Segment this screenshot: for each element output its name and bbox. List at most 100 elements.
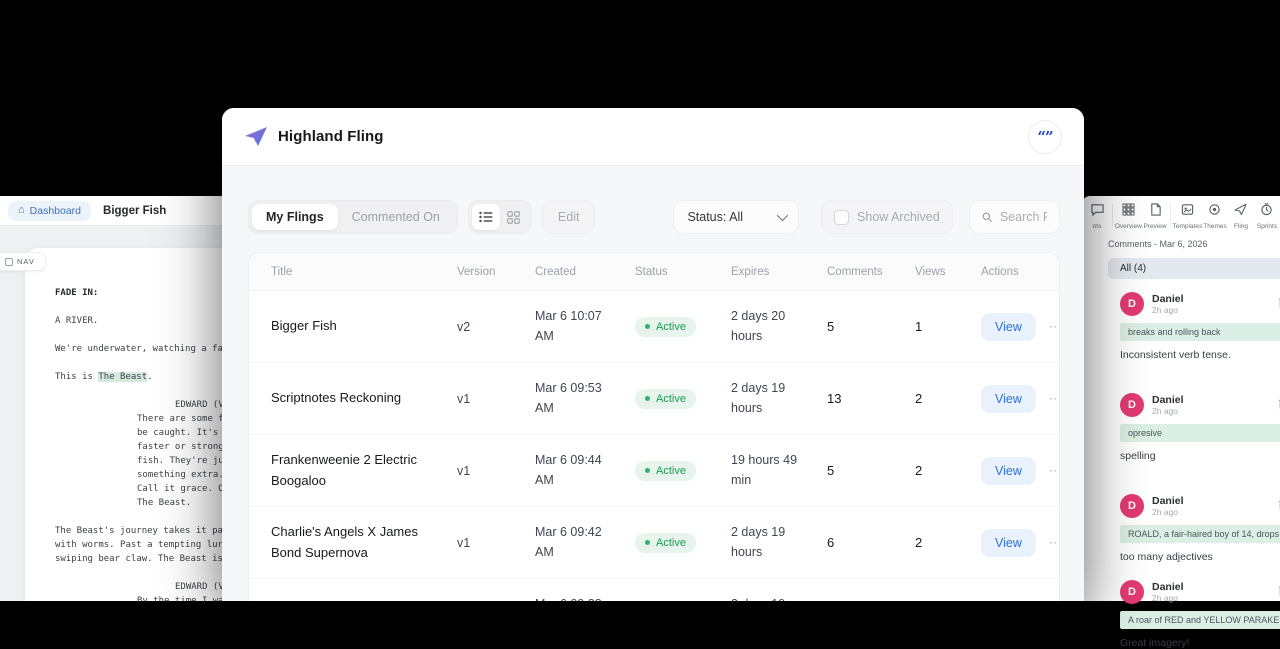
column-header: Created — [535, 266, 635, 278]
quoted-text: breaks and rolling back — [1120, 323, 1280, 341]
quotes-icon: “” — [1037, 128, 1052, 146]
theme-icon — [1208, 203, 1221, 221]
status-badge: Active — [635, 389, 696, 409]
list-view-button[interactable] — [472, 204, 500, 230]
fling-actions: View ⋯ — [981, 457, 1060, 485]
panel-tab-overview[interactable]: Overview — [1115, 201, 1142, 232]
column-header: Title — [271, 266, 457, 278]
show-archived-toggle[interactable]: Show Archived — [821, 200, 953, 234]
tab-my-flings[interactable]: My Flings — [252, 204, 338, 230]
comment-head: D Daniel 2h ago — [1120, 494, 1280, 518]
fling-version: v1 — [457, 536, 535, 550]
highlighted-text: The Beast — [98, 372, 147, 382]
template-icon — [1181, 203, 1194, 221]
search-box[interactable] — [969, 200, 1060, 234]
tab-commented-on[interactable]: Commented On — [338, 204, 454, 230]
more-actions-button[interactable]: ⋯ — [1049, 319, 1060, 335]
status-filter-dropdown[interactable]: Status: All — [673, 200, 799, 234]
toolbar-divider — [1170, 204, 1171, 226]
view-button[interactable]: View — [981, 313, 1036, 341]
table-row[interactable]: Scriptnotes Reckoning v1 Mar 6 09:53 AM … — [249, 363, 1059, 435]
comments-filter-all[interactable]: All (4) — [1108, 258, 1280, 279]
panel-tab-sprints[interactable]: Sprints — [1254, 201, 1280, 232]
fling-created: Mar 6 09:53 AM — [535, 379, 635, 418]
quotes-button[interactable]: “” — [1028, 120, 1062, 154]
document-title: Bigger Fish — [103, 205, 166, 217]
panel-tab-fling[interactable]: Fling — [1228, 201, 1254, 232]
flings-toolbar: My FlingsCommented On — [248, 200, 1060, 234]
fling-icon — [1234, 203, 1247, 221]
flings-tab-group: My FlingsCommented On — [248, 200, 458, 234]
fling-comments-count: 5 — [827, 319, 915, 334]
column-header: Status — [635, 266, 731, 278]
comment-time: 2h ago — [1152, 593, 1184, 603]
fling-version: v2 — [457, 320, 535, 334]
status-dot-icon — [645, 540, 650, 545]
comment-card[interactable]: D Daniel 2h ago breaks and rolling back … — [1120, 292, 1280, 376]
avatar: D — [1120, 393, 1144, 417]
fling-version: v1 — [457, 464, 535, 478]
show-archived-checkbox[interactable] — [834, 210, 849, 225]
fling-status: Active — [635, 317, 731, 337]
resolve-link[interactable]: resolved — [1120, 366, 1280, 376]
view-button[interactable]: View — [981, 385, 1036, 413]
fling-created: Mar 6 09:44 AM — [535, 451, 635, 490]
comment-text: Great imagery! — [1120, 637, 1280, 649]
search-input[interactable] — [1000, 210, 1047, 224]
fling-actions: View ⋯ — [981, 385, 1060, 413]
grid-view-button[interactable] — [500, 204, 528, 230]
nav-tab[interactable]: NAV — [0, 252, 46, 271]
more-actions-button[interactable]: ⋯ — [1049, 391, 1060, 407]
fling-expires: 2 days 19 hours — [731, 523, 827, 562]
fling-status: Active — [635, 389, 731, 409]
fling-actions: View ⋯ — [981, 529, 1060, 557]
comment-card[interactable]: D Daniel 2h ago A roar of RED and YELLOW… — [1120, 580, 1280, 649]
table-row[interactable]: Mar 6 09:38 AM Active 2 days 19 hours Vi… — [249, 579, 1059, 601]
status-filter-value: Status: All — [687, 210, 743, 224]
panel-tab-preview[interactable]: Preview — [1142, 201, 1168, 232]
comment-card[interactable]: D Daniel 2h ago opresive spelling resolv… — [1120, 393, 1280, 477]
panel-tab-templates[interactable]: Templates — [1173, 201, 1202, 232]
fling-views-count: 2 — [915, 463, 981, 478]
status-dot-icon — [645, 324, 650, 329]
panel-tab-nts[interactable]: nts — [1084, 201, 1110, 232]
status-dot-icon — [645, 396, 650, 401]
fling-status: Active — [635, 533, 731, 553]
comment-head: D Daniel 2h ago — [1120, 393, 1280, 417]
more-actions-button[interactable]: ⋯ — [1049, 463, 1060, 479]
fling-created: Mar 6 09:38 AM — [535, 595, 635, 601]
table-row[interactable]: Bigger Fish v2 Mar 6 10:07 AM Active 2 d… — [249, 291, 1059, 363]
chevron-down-icon — [777, 210, 788, 221]
view-button[interactable]: View — [981, 529, 1036, 557]
column-header: Actions — [981, 266, 1041, 278]
resolve-link[interactable]: resolved — [1120, 467, 1280, 477]
app-title: Highland Fling — [278, 128, 384, 145]
edit-button[interactable]: Edit — [542, 200, 596, 234]
comment-author: Daniel — [1152, 581, 1184, 594]
fling-title: Charlie's Angels X James Bond Supernova — [271, 522, 457, 562]
toolbar-divider — [1112, 204, 1113, 226]
fling-views-count: 2 — [915, 535, 981, 550]
table-row[interactable]: Frankenweenie 2 Electric Boogaloo v1 Mar… — [249, 435, 1059, 507]
comment-card[interactable]: D Daniel 2h ago ROALD, a fair-haired boy… — [1120, 494, 1280, 563]
dashboard-button[interactable]: ⌂ Dashboard — [8, 201, 91, 221]
fling-expires: 2 days 19 hours — [731, 379, 827, 418]
quoted-text: opresive — [1120, 424, 1280, 442]
fling-actions: View ⋯ — [981, 313, 1060, 341]
fling-views-count: 1 — [915, 319, 981, 334]
view-button[interactable]: View — [981, 457, 1036, 485]
view-toggle — [468, 200, 532, 234]
fling-expires: 2 days 20 hours — [731, 307, 827, 346]
column-header: Comments — [827, 266, 915, 278]
page-icon — [1149, 203, 1162, 221]
table-row[interactable]: Charlie's Angels X James Bond Supernova … — [249, 507, 1059, 579]
quoted-text: ROALD, a fair-haired boy of 14, drops in… — [1120, 525, 1280, 543]
table-header-row: TitleVersionCreatedStatusExpiresComments… — [249, 253, 1059, 291]
more-actions-button[interactable]: ⋯ — [1049, 535, 1060, 551]
avatar: D — [1120, 580, 1144, 604]
panel-tab-themes[interactable]: Themes — [1202, 201, 1228, 232]
sprint-icon — [1260, 203, 1273, 221]
home-icon: ⌂ — [18, 205, 25, 216]
comment-author: Daniel — [1152, 394, 1184, 407]
fling-views-count: 2 — [915, 391, 981, 406]
